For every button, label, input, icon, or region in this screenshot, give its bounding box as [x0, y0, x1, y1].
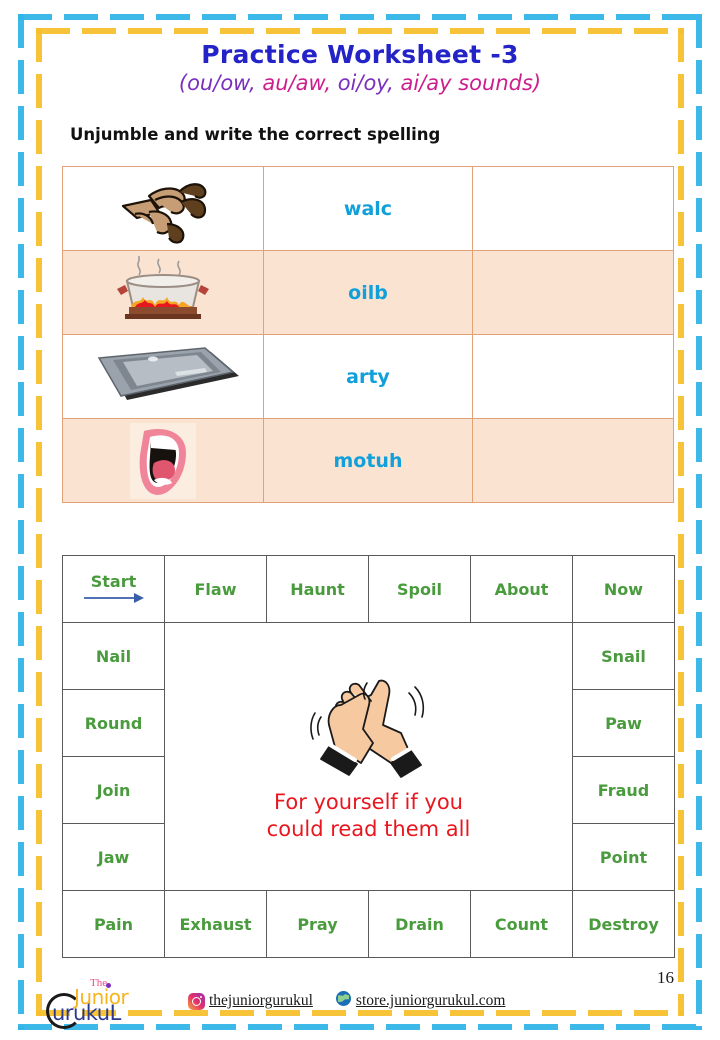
brand-logo: The Junior urukuL	[40, 975, 168, 1029]
board-cell-flaw[interactable]: Flaw	[164, 555, 267, 623]
jumbled-word: oilb	[348, 281, 388, 304]
subtitle-part-1: (ou/ow,	[178, 71, 256, 95]
globe-icon	[334, 990, 352, 1012]
board-cell-start[interactable]: Start	[62, 555, 165, 623]
social-links: thejuniorgurukul store.juniorgurukul.com	[188, 990, 505, 1012]
picture-cell-boiling-pot	[62, 250, 264, 335]
praise-text: For yourself if you could read them all	[267, 789, 471, 842]
answer-cell[interactable]	[472, 418, 674, 503]
board-cell-count[interactable]: Count	[470, 890, 573, 958]
board-cell-snail[interactable]: Snail	[572, 622, 675, 690]
unjumble-table: walc oilb arty motuh	[62, 166, 674, 503]
border-dash-top-gold	[36, 28, 684, 34]
instagram-icon	[188, 992, 205, 1010]
board-cell-spoil[interactable]: Spoil	[368, 555, 471, 623]
picture-cell-mouth	[62, 418, 264, 503]
board-cell-pain[interactable]: Pain	[62, 890, 165, 958]
center-stack: For yourself if you could read them all	[165, 671, 572, 842]
border-dash-top-blue	[18, 14, 702, 20]
table-row: motuh	[62, 418, 674, 503]
jumbled-word-cell: walc	[263, 166, 473, 251]
board-cell-pray[interactable]: Pray	[266, 890, 369, 958]
board-cell-join[interactable]: Join	[62, 756, 165, 824]
jumbled-word: walc	[343, 197, 393, 220]
arrow-right-icon	[63, 592, 164, 604]
globe-icon-svg	[334, 990, 352, 1007]
table-row: oilb	[62, 250, 674, 335]
claw-icon	[63, 167, 263, 250]
jumbled-word-cell: oilb	[263, 250, 473, 335]
board-cell-nail[interactable]: Nail	[62, 622, 165, 690]
board-cell-fraud[interactable]: Fraud	[572, 756, 675, 824]
claw-icon-svg	[121, 182, 207, 244]
instagram-handle: thejuniorgurukul	[209, 992, 313, 1009]
board-cell-about[interactable]: About	[470, 555, 573, 623]
praise-line-1: For yourself if you	[274, 790, 463, 815]
border-dash-left-blue	[18, 14, 24, 1030]
subtitle-part-3: oi/oy,	[337, 71, 394, 95]
picture-cell-claw	[62, 166, 264, 251]
boiling-pot-icon	[63, 251, 263, 334]
board-cell-now[interactable]: Now	[572, 555, 675, 623]
tray-icon	[63, 335, 263, 418]
answer-cell[interactable]	[472, 250, 674, 335]
jumbled-word-cell: arty	[263, 334, 473, 419]
border-dash-left-gold	[36, 28, 42, 1016]
website-url: store.juniorgurukul.com	[355, 992, 506, 1009]
boiling-pot-icon-svg	[117, 255, 209, 319]
start-label: Start	[90, 572, 137, 591]
page-title: Practice Worksheet -3	[201, 40, 519, 69]
jumbled-word: motuh	[333, 449, 403, 472]
open-mouth-icon	[63, 419, 263, 502]
arrow-right-icon-svg	[83, 593, 144, 603]
jumbled-word: arty	[346, 365, 390, 388]
logo-gurukul: urukuL	[52, 1001, 121, 1025]
tray-icon-svg	[97, 346, 239, 400]
board-row: Nail For yourself if you could read them…	[62, 622, 675, 891]
jumbled-word-cell: motuh	[263, 418, 473, 503]
open-mouth-icon-svg	[130, 422, 196, 499]
board-cell-point[interactable]: Point	[572, 823, 675, 891]
board-cell-round[interactable]: Round	[62, 689, 165, 757]
subtitle-part-4: ai/ay sounds)	[400, 71, 542, 95]
praise-line-2: could read them all	[266, 816, 471, 841]
answer-cell[interactable]	[472, 166, 674, 251]
board-cell-drain[interactable]: Drain	[368, 890, 471, 958]
instagram-link[interactable]: thejuniorgurukul	[188, 992, 313, 1010]
answer-cell[interactable]	[472, 334, 674, 419]
board-game-table: Start Flaw Haunt Spoil About Now Nail Fo…	[62, 555, 675, 958]
subtitle-part-2: au/aw,	[262, 71, 331, 95]
table-row: walc	[62, 166, 674, 251]
board-cell-haunt[interactable]: Haunt	[266, 555, 369, 623]
board-center-cell: For yourself if you could read them all	[164, 622, 573, 891]
table-row: arty	[62, 334, 674, 419]
board-cell-jaw[interactable]: Jaw	[62, 823, 165, 891]
clapping-hands-icon-svg	[309, 679, 424, 779]
border-dash-right-gold	[678, 28, 684, 1016]
footer: The Junior urukuL thejuniorgurukul store…	[40, 975, 680, 1029]
board-cell-destroy[interactable]: Destroy	[572, 890, 675, 958]
page-subtitle: (ou/ow, au/aw, oi/oy, ai/ay sounds)	[48, 71, 672, 95]
clapping-hands-icon	[305, 671, 433, 783]
board-bottom-row: Pain Exhaust Pray Drain Count Destroy	[62, 890, 675, 958]
picture-cell-tray	[62, 334, 264, 419]
border-dash-right-blue	[696, 14, 702, 1030]
board-cell-exhaust[interactable]: Exhaust	[164, 890, 267, 958]
board-cell-paw[interactable]: Paw	[572, 689, 675, 757]
board-top-row: Start Flaw Haunt Spoil About Now	[62, 555, 675, 623]
worksheet-content: Practice Worksheet -3 (ou/ow, au/aw, oi/…	[48, 40, 675, 958]
website-link[interactable]: store.juniorgurukul.com	[334, 990, 506, 1012]
instruction-text: Unjumble and write the correct spelling	[70, 125, 441, 144]
